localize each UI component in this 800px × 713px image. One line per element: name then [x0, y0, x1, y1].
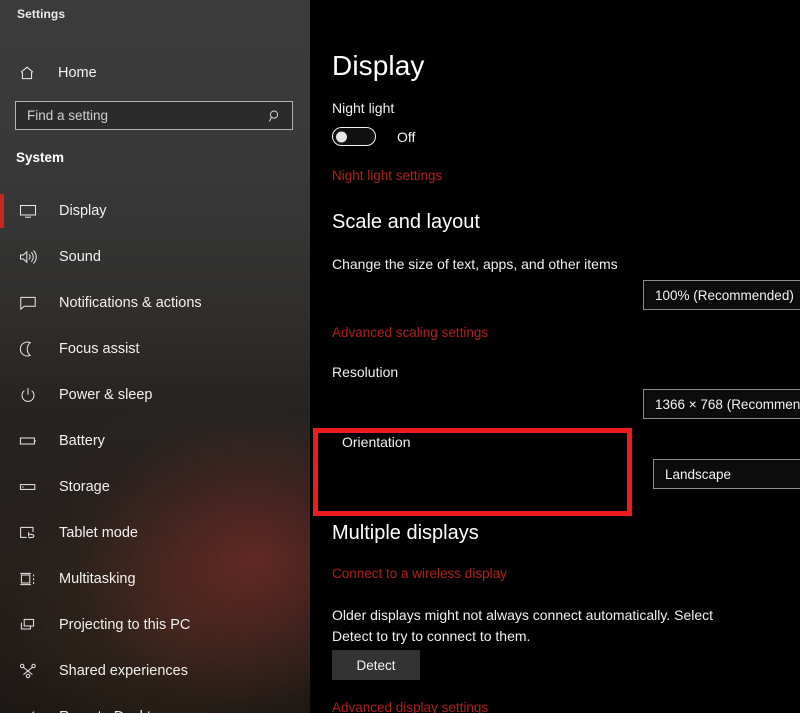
scale-description: Change the size of text, apps, and other… [332, 256, 618, 272]
sidebar-item-battery-label: Battery [59, 433, 105, 449]
sidebar-item-home[interactable]: Home [0, 56, 310, 90]
sidebar-item-battery[interactable]: Battery [0, 418, 310, 464]
detect-button[interactable]: Detect [332, 650, 420, 680]
connect-wireless-display-link[interactable]: Connect to a wireless display [332, 566, 507, 581]
night-light-toggle-row: Off [332, 127, 415, 146]
search-input[interactable]: Find a setting [15, 101, 293, 130]
drive-icon [15, 479, 41, 495]
multiple-displays-description: Older displays might not always connect … [332, 607, 714, 644]
sidebar-item-tablet-mode[interactable]: Tablet mode [0, 510, 310, 556]
sidebar-item-storage-label: Storage [59, 479, 110, 495]
scale-dropdown[interactable]: 100% (Recommended) [643, 280, 800, 310]
tablet-touch-icon [15, 525, 41, 541]
resolution-dropdown[interactable]: 1366 × 768 (Recommended) [643, 389, 800, 419]
toggle-knob [336, 131, 347, 142]
main-content: Display Night light Off Night light sett… [310, 0, 800, 713]
check-icon [15, 709, 41, 713]
orientation-label: Orientation [342, 434, 411, 450]
night-light-label: Night light [332, 100, 395, 116]
sidebar-section-title: System [16, 150, 65, 165]
moon-icon [15, 341, 41, 357]
sidebar-item-sound[interactable]: Sound [0, 234, 310, 280]
home-icon [15, 65, 39, 81]
scale-and-layout-heading: Scale and layout [332, 211, 480, 233]
sidebar-item-storage[interactable]: Storage [0, 464, 310, 510]
sidebar-item-power-sleep[interactable]: Power & sleep [0, 372, 310, 418]
sidebar: Settings Home Find a setting System Disp… [0, 0, 310, 713]
sidebar-item-projecting-label: Projecting to this PC [59, 617, 191, 633]
sidebar-item-focus-assist-label: Focus assist [59, 341, 140, 357]
scale-dropdown-value: 100% (Recommended) [655, 287, 794, 303]
sidebar-item-multitasking[interactable]: Multitasking [0, 556, 310, 602]
search-placeholder: Find a setting [27, 108, 109, 123]
sidebar-item-tablet-mode-label: Tablet mode [59, 525, 138, 541]
night-light-settings-link[interactable]: Night light settings [332, 168, 442, 183]
chat-bubble-icon [15, 295, 41, 311]
night-light-toggle[interactable] [332, 127, 376, 146]
sidebar-item-shared-experiences[interactable]: Shared experiences [0, 648, 310, 694]
sidebar-item-remote-desktop-label: Remote Desktop [59, 709, 167, 713]
app-title: Settings [17, 7, 66, 21]
active-indicator [0, 194, 4, 228]
advanced-scaling-link[interactable]: Advanced scaling settings [332, 325, 488, 340]
page-title: Display [332, 50, 425, 81]
sidebar-item-display[interactable]: Display [0, 188, 310, 234]
sidebar-item-shared-experiences-label: Shared experiences [59, 663, 188, 679]
sidebar-item-home-label: Home [58, 65, 97, 81]
sidebar-item-power-sleep-label: Power & sleep [59, 387, 153, 403]
sidebar-item-notifications[interactable]: Notifications & actions [0, 280, 310, 326]
sidebar-item-notifications-label: Notifications & actions [59, 295, 202, 311]
advanced-display-settings-link[interactable]: Advanced display settings [332, 700, 488, 713]
sidebar-item-multitasking-label: Multitasking [59, 571, 136, 587]
sidebar-item-projecting[interactable]: Projecting to this PC [0, 602, 310, 648]
search-icon[interactable] [268, 109, 282, 123]
multiple-displays-heading: Multiple displays [332, 522, 479, 544]
sidebar-item-focus-assist[interactable]: Focus assist [0, 326, 310, 372]
night-light-state: Off [397, 128, 416, 145]
sidebar-item-remote-desktop[interactable]: Remote Desktop [0, 694, 310, 713]
multitask-icon [15, 571, 41, 587]
speaker-icon [15, 249, 41, 265]
orientation-dropdown-value: Landscape [665, 466, 732, 482]
sidebar-nav-list: Display Sound Notifications & actions Fo… [0, 188, 310, 713]
battery-icon [15, 433, 41, 449]
sidebar-item-sound-label: Sound [59, 249, 101, 265]
orientation-dropdown[interactable]: Landscape [653, 459, 800, 489]
resolution-label: Resolution [332, 364, 399, 380]
project-icon [15, 617, 41, 633]
monitor-icon [15, 203, 41, 219]
power-icon [15, 387, 41, 403]
settings-window: Settings Home Find a setting System Disp… [0, 0, 800, 713]
share-nodes-icon [15, 663, 41, 679]
sidebar-item-display-label: Display [59, 203, 107, 219]
resolution-dropdown-value: 1366 × 768 (Recommended) [655, 396, 800, 412]
